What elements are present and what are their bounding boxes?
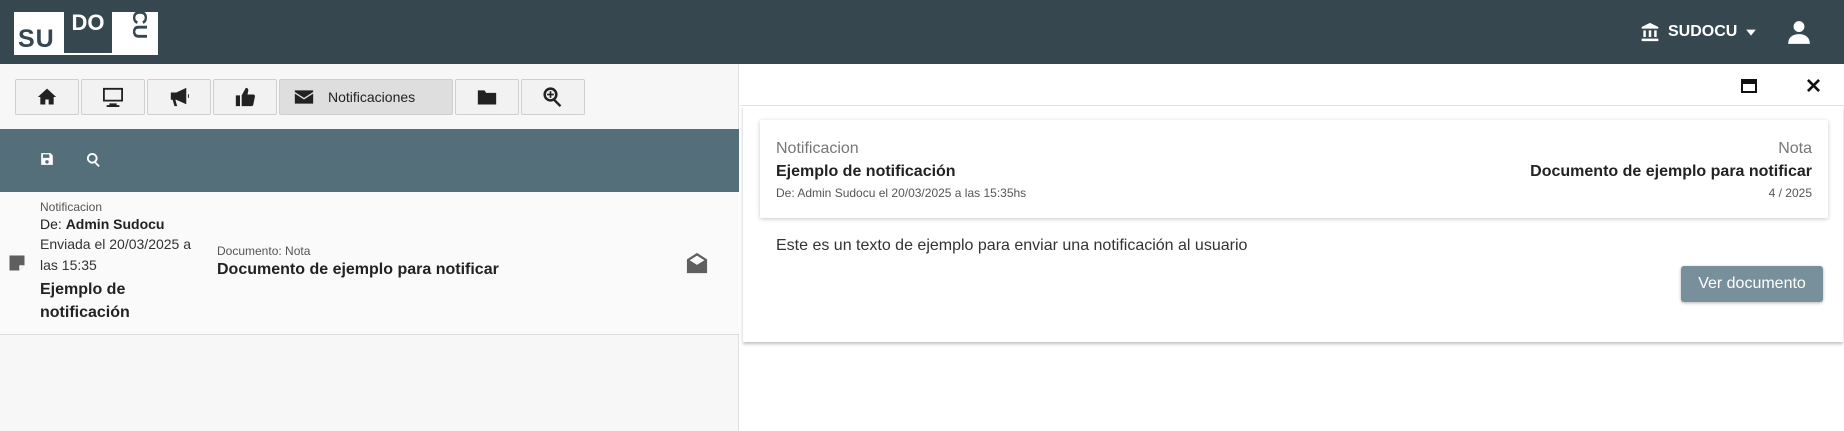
notification-body: Este es un texto de ejemplo para enviar … xyxy=(776,237,1248,254)
notifications-tab-label: Notificaciones xyxy=(328,89,416,105)
close-icon xyxy=(1807,79,1820,92)
thumbs-up-icon xyxy=(235,87,255,107)
user-icon xyxy=(1788,21,1810,44)
document-type: Documento: Nota xyxy=(217,244,311,258)
notification-from: De: Admin Sudocu xyxy=(40,216,200,232)
main-toolbar: Notificaciones xyxy=(15,79,585,115)
approvals-button[interactable] xyxy=(213,79,277,115)
list-filter-bar xyxy=(0,129,739,192)
megaphone-icon xyxy=(170,87,189,107)
desktop-button[interactable] xyxy=(81,79,145,115)
view-document-button[interactable]: Ver documento xyxy=(1681,266,1823,302)
note-icon xyxy=(8,254,26,277)
folder-icon xyxy=(477,90,497,105)
notification-detail-pane: Notificacion Ejemplo de notificación De:… xyxy=(740,64,1844,431)
notification-summary: Notificacion De: Admin Sudocu Enviada el… xyxy=(40,200,200,324)
user-menu-button[interactable] xyxy=(1786,19,1812,45)
detail-pane-toolbar xyxy=(740,64,1844,106)
search-icon xyxy=(86,152,100,167)
logo-cu-text: CU xyxy=(127,10,150,39)
detail-meta: De: Admin Sudocu el 20/03/2025 a las 15:… xyxy=(776,186,1027,200)
home-button[interactable] xyxy=(15,79,79,115)
maximize-button[interactable] xyxy=(1741,79,1757,98)
notification-document: Documento: Nota Documento de ejemplo par… xyxy=(217,244,499,279)
search-plus-icon xyxy=(543,87,562,107)
list-item[interactable]: Notificacion De: Admin Sudocu Enviada el… xyxy=(0,192,739,335)
institution-icon xyxy=(1641,22,1659,42)
notification-sent-date: Enviada el 20/03/2025 a las 15:35 xyxy=(40,236,192,273)
save-filter-button[interactable] xyxy=(40,152,56,168)
detail-title: Ejemplo de notificación xyxy=(776,163,956,180)
notification-type: Notificacion xyxy=(40,200,103,214)
envelope-open-icon xyxy=(686,252,708,279)
from-name: Admin Sudocu xyxy=(65,216,165,232)
envelope-icon xyxy=(294,90,314,104)
window-maximize-icon xyxy=(1741,79,1757,93)
detail-document-type: Nota xyxy=(1778,140,1812,157)
logo-do: DO xyxy=(64,9,112,53)
notification-subject: Ejemplo de notificación xyxy=(40,281,130,321)
notifications-tab-button[interactable]: Notificaciones xyxy=(279,79,453,115)
advanced-search-button[interactable] xyxy=(521,79,585,115)
detail-document-number: 4 / 2025 xyxy=(1768,186,1812,200)
detail-type-label: Notificacion xyxy=(776,140,859,157)
search-filter-button[interactable] xyxy=(86,152,102,168)
caret-down-icon xyxy=(1746,29,1757,36)
org-selector[interactable]: SUDOCU xyxy=(1640,19,1757,45)
save-icon xyxy=(41,153,53,165)
top-bar: SU DO CU SUDOCU xyxy=(0,0,1844,64)
sudocu-logo[interactable]: SU DO CU xyxy=(14,9,158,55)
from-prefix: De: xyxy=(40,216,62,232)
detail-document-title: Documento de ejemplo para notificar xyxy=(1530,163,1812,180)
logo-su: SU xyxy=(18,25,55,53)
announcements-button[interactable] xyxy=(147,79,211,115)
files-button[interactable] xyxy=(455,79,519,115)
desktop-icon xyxy=(103,87,123,107)
logo-cu: CU xyxy=(118,10,152,53)
home-icon xyxy=(37,88,57,105)
notifications-list-pane: Notificaciones Notificacion De: Admin Su… xyxy=(0,64,739,431)
notification-header-card: Notificacion Ejemplo de notificación De:… xyxy=(760,120,1828,218)
notification-detail: Notificacion Ejemplo de notificación De:… xyxy=(743,106,1843,342)
document-title: Documento de ejemplo para notificar xyxy=(217,261,499,278)
org-name: SUDOCU xyxy=(1668,23,1738,40)
close-detail-button[interactable] xyxy=(1807,79,1820,97)
